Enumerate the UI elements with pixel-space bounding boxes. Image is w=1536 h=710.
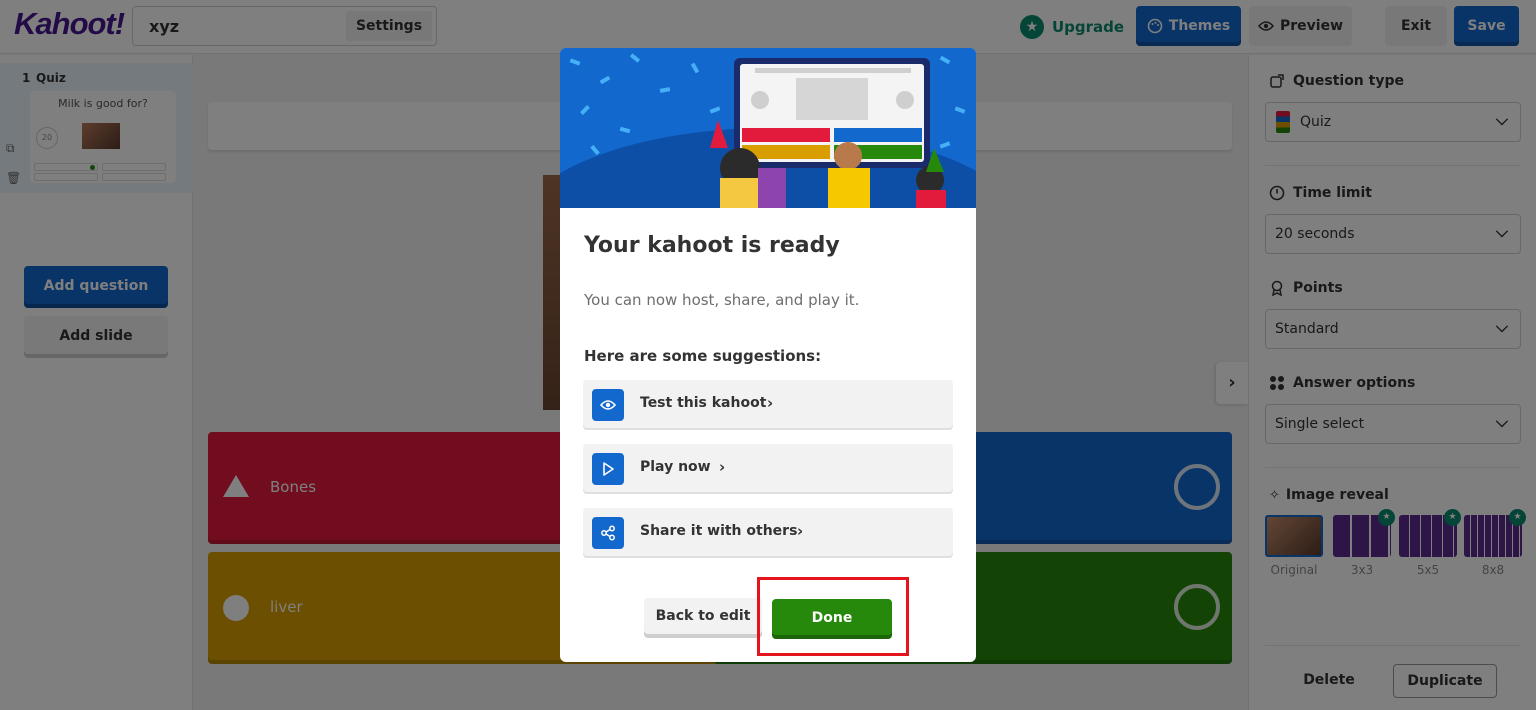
done-button-highlight (757, 577, 909, 656)
eye-icon (592, 389, 624, 421)
kahoot-ready-dialog: Your kahoot is ready You can now host, s… (560, 48, 976, 662)
suggestion-label: Test this kahoot (640, 395, 767, 411)
suggestion-label: Play now (640, 459, 711, 475)
play-icon (592, 453, 624, 485)
confetti-illustration (560, 48, 976, 208)
share-suggestion[interactable]: Share it with others › (583, 508, 953, 558)
back-to-edit-button[interactable]: Back to edit (644, 598, 762, 638)
suggestions-heading: Here are some suggestions: (584, 347, 822, 365)
suggestion-label: Share it with others (640, 523, 798, 539)
chevron-right-icon: › (797, 522, 804, 540)
play-now-suggestion[interactable]: Play now › (583, 444, 953, 494)
share-icon (592, 517, 624, 549)
test-kahoot-suggestion[interactable]: Test this kahoot › (583, 380, 953, 430)
dialog-title: Your kahoot is ready (584, 233, 840, 258)
celebration-illustration (560, 48, 976, 208)
chevron-right-icon: › (767, 394, 774, 412)
chevron-right-icon: › (719, 458, 726, 476)
dialog-subtitle: You can now host, share, and play it. (584, 291, 860, 309)
